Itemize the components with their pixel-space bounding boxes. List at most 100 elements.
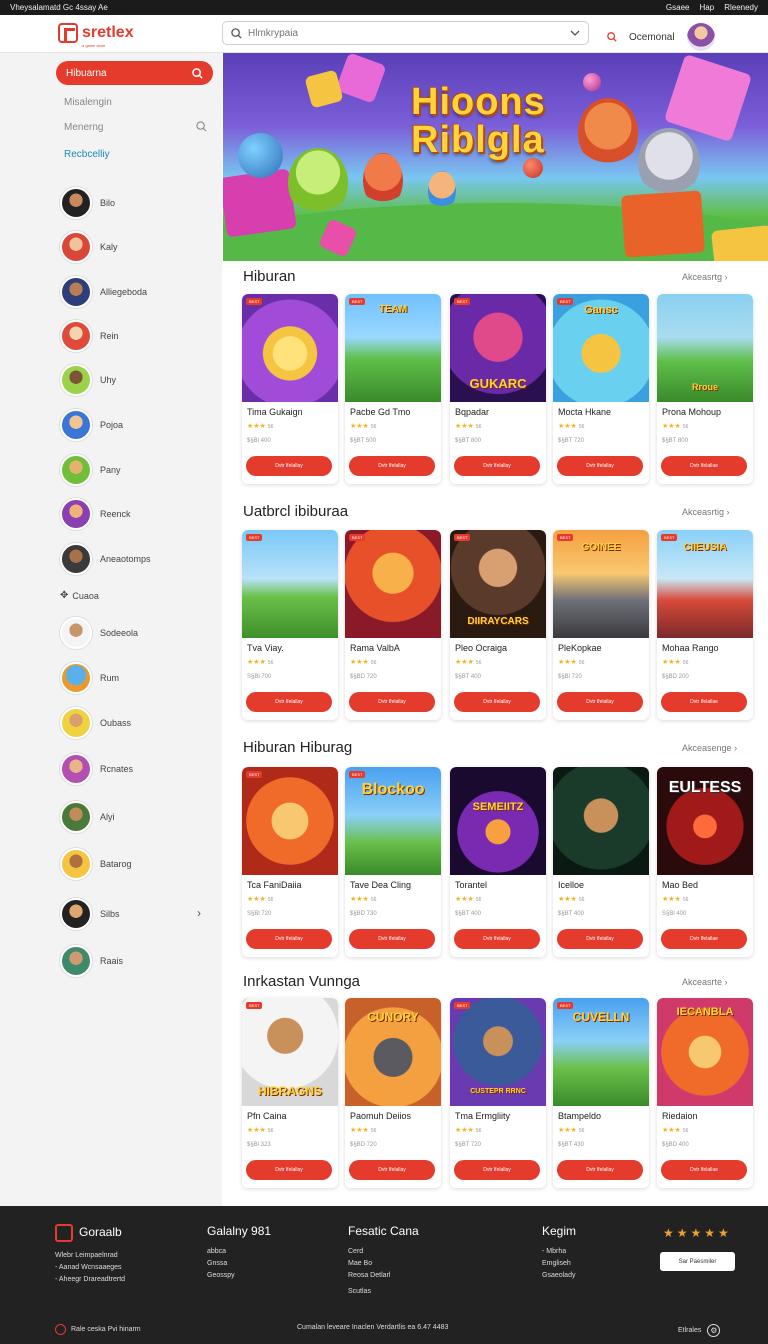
sidebar-creator[interactable]: Silbs [60,898,120,930]
sidebar-creator[interactable]: Uhy [60,364,116,396]
sidebar-creator[interactable]: Alliegeboda [60,276,147,308]
get-game-button[interactable]: Dvtr Ifelallay [454,692,540,712]
sidebar-creator[interactable]: Aneaotomps [60,543,151,575]
sidebar-link[interactable]: Misalengin [64,97,112,108]
get-game-button[interactable]: Dvtr Ifelallay [557,929,643,949]
game-card[interactable]: BEST Tva Viay. ★★★ 56 S§Bl 700 Dvtr Ifela… [242,530,338,720]
chevron-right-icon[interactable]: › [197,906,201,920]
get-game-button[interactable]: Dvtr Ifelallay [349,692,435,712]
sidebar-creator[interactable]: Raais [60,945,123,977]
logo[interactable]: sretlex a game store [58,23,134,48]
footer-link[interactable]: Gsaeolady [542,1270,576,1282]
game-card[interactable]: BEST CUVELLN Btampeldo ★★★ 56 $§BT 430 Dvt… [553,998,649,1188]
game-card[interactable]: BEST DIIRAYCARS Pleo Ocraiga ★★★ 56 $§BT 4… [450,530,546,720]
game-title: Pacbe Gd Tmo [350,407,411,417]
game-card[interactable]: BEST TEAM Pacbe Gd Tmo ★★★ 56 $§BT 500 Dvt… [345,294,441,484]
footer-link[interactable]: abbca [207,1246,271,1258]
get-game-button[interactable]: Dvtr Ifelallay [246,692,332,712]
footer-link[interactable]: Gnssa [207,1258,271,1270]
top-bar-link[interactable]: Hap [700,3,715,12]
get-game-button[interactable]: Dvtr Ifelallay [557,1160,643,1180]
sidebar-creator[interactable]: Batarog [60,848,132,880]
get-game-button[interactable]: Dvtr Ifelallay [349,929,435,949]
character-decoration [363,153,403,208]
game-card[interactable]: BEST Tca FaniDaiia ★★★ 56 S§Bl 720 Dvtr I… [242,767,338,957]
settings-icon: ⚙ [707,1324,721,1337]
footer-link[interactable]: - Mbrha [542,1246,576,1258]
game-card[interactable]: BEST Gansc Mocta Hkane ★★★ 56 $§BT 720 Dvt… [553,294,649,484]
search-input[interactable] [248,27,564,39]
sidebar-creator[interactable]: Sodeeola [60,617,138,649]
game-card[interactable]: BEST GUKARC Bqpadar ★★★ 56 $§BT 800 Dvtr I… [450,294,546,484]
avatar [60,617,92,649]
game-card[interactable]: SEMEIITZ Torantel ★★★ 56 $§BT 400 Dvtr If… [450,767,546,957]
footer-settings[interactable]: Etlrales ⚙ [678,1324,721,1337]
footer-link[interactable]: Emgliseh [542,1258,576,1270]
sidebar-item[interactable]: ✥ Cuaoa [60,590,99,601]
game-card[interactable]: BEST Blockoo Tave Dea Cling ★★★ 56 $§BD 73… [345,767,441,957]
sidebar-item-active[interactable]: Hibuarna [56,61,213,85]
footer-link[interactable]: Reosa Detlarl [348,1270,419,1282]
game-art-text: EULTESS [668,779,742,796]
get-game-button[interactable]: Dvtr Ifelallay [349,1160,435,1180]
get-game-button[interactable]: Dvtr Ifelallay [454,1160,540,1180]
account-label[interactable]: Ocemonal [629,32,675,43]
get-game-button[interactable]: Dvtr Ifelallae [661,456,747,476]
game-card[interactable]: Rroue Prona Mohoup ★★★ 56 $§BT 800 Dvtr I… [657,294,753,484]
sidebar-creator[interactable]: Kaly [60,231,118,263]
game-art-text: CUVELLN [572,1010,630,1024]
get-game-button[interactable]: Dvtr Ifelallay [349,456,435,476]
search-icon[interactable] [192,67,203,79]
game-card[interactable]: BEST Tima Gukaign ★★★ 56 $§Bl 400 Dvtr If… [242,294,338,484]
get-game-button[interactable]: Dvtr Ifelallae [661,1160,747,1180]
get-game-button[interactable]: Dvtr Ifelallae [661,929,747,949]
sidebar-creator[interactable]: Alyi [60,801,115,833]
see-all-link[interactable]: Akceasrtg › [682,272,728,282]
game-card[interactable]: BEST Rama ValbA ★★★ 56 $§BD 720 Dvtr Ifel… [345,530,441,720]
search-icon[interactable] [196,121,207,132]
sidebar-creator[interactable]: Rein [60,320,119,352]
game-card[interactable]: BEST HIBRAGNS Pfn Caina ★★★ 56 $§Bl 323 Dv… [242,998,338,1188]
get-game-button[interactable]: Dvtr Ifelallay [246,929,332,949]
game-card[interactable]: CUNORY Paomuh Deiios ★★★ 56 $§BD 720 Dvtr… [345,998,441,1188]
see-all-link[interactable]: Akceasrte › [682,977,728,987]
sidebar-link[interactable]: Recbcelliy [64,149,110,160]
hero-banner[interactable]: Hioons Riblgla [223,53,768,261]
game-card[interactable]: BEST CIIEUSIA Mohaa Rango ★★★ 56 $§BD 200 … [657,530,753,720]
search-bar[interactable] [222,21,589,45]
footer-link[interactable]: Cerd [348,1246,419,1258]
get-game-button[interactable]: Dvtr Ifelallay [246,456,332,476]
sidebar-creator[interactable]: Reenck [60,498,131,530]
get-game-button[interactable]: Dvtr Ifelallae [661,692,747,712]
game-card[interactable]: EULTESS Mao Bed ★★★ 56 S§Bl 400 Dvtr Ifel… [657,767,753,957]
sidebar-creator[interactable]: Oubass [60,707,131,739]
top-bar-link[interactable]: Rleenedy [724,3,758,12]
search-icon[interactable] [607,32,617,42]
subscribe-button[interactable]: Sar Paesmiler [660,1252,735,1271]
sidebar-link[interactable]: Menerng [64,122,103,133]
game-card[interactable]: Icelloe ★★★ 56 $§BT 400 Dvtr Ifelallay [553,767,649,957]
header: sretlex a game store Ocemonal [0,15,768,53]
game-card[interactable]: BEST CUSTEPR RRNC Tma Ermgliity ★★★ 56 $§B… [450,998,546,1188]
get-game-button[interactable]: Dvtr Ifelallay [557,692,643,712]
game-card[interactable]: IECANBLA Riedaion ★★★ 56 $§BD 400 Dvtr If… [657,998,753,1188]
sidebar-creator[interactable]: Rcnates [60,753,133,785]
footer-link[interactable]: Scutlas [348,1286,419,1298]
get-game-button[interactable]: Dvtr Ifelallay [454,929,540,949]
get-game-button[interactable]: Dvtr Ifelallay [246,1160,332,1180]
chevron-down-icon[interactable] [570,29,580,37]
sidebar-creator[interactable]: Rum [60,662,119,694]
game-card[interactable]: BEST GOINEE PleKopkae ★★★ 56 $§Bl 720 Dvtr… [553,530,649,720]
footer-link[interactable]: Geosspy [207,1270,271,1282]
see-all-link[interactable]: Akceasrtig › [682,507,730,517]
sidebar-creator[interactable]: Bilo [60,187,115,219]
sidebar-creator[interactable]: Pojoa [60,409,123,441]
get-game-button[interactable]: Dvtr Ifelallay [454,456,540,476]
user-avatar[interactable] [686,23,715,51]
see-all-link[interactable]: Akceasenge › [682,743,737,753]
game-title: Tma Ermgliity [455,1111,511,1121]
footer-link[interactable]: Mae Bo [348,1258,419,1270]
top-bar-link[interactable]: Gsaee [666,3,690,12]
sidebar-creator[interactable]: Pany [60,454,121,486]
get-game-button[interactable]: Dvtr Ifelallay [557,456,643,476]
